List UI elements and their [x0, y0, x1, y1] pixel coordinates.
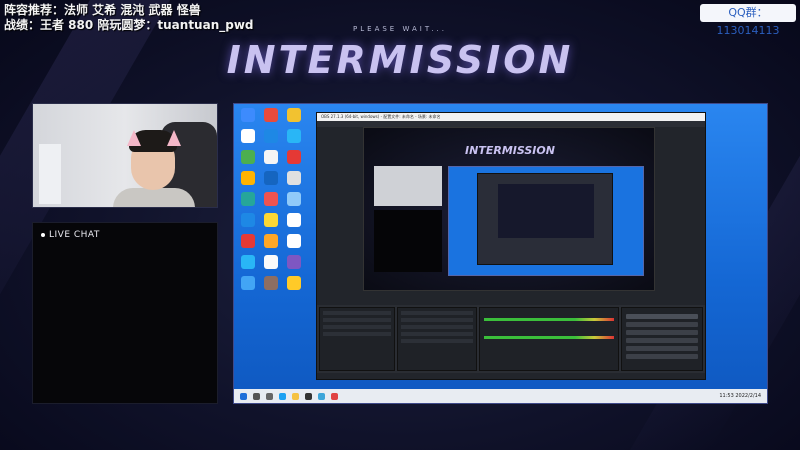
desktop-icon[interactable] [287, 150, 301, 164]
folder-icon[interactable] [292, 392, 299, 400]
scene-row[interactable] [323, 318, 391, 322]
scene-row[interactable] [323, 311, 391, 315]
preview-webcam [374, 166, 442, 206]
source-row[interactable] [401, 311, 473, 315]
source-row[interactable] [401, 339, 473, 343]
scene-row[interactable] [323, 332, 391, 336]
desktop-icon[interactable] [241, 171, 255, 185]
obs-titlebar[interactable]: OBS 27.1.3 (64-bit, windows) - 配置文件: 未命名… [317, 113, 705, 121]
sources-dock[interactable] [397, 307, 477, 371]
desktop-icon[interactable] [264, 108, 278, 122]
control-button[interactable] [626, 354, 698, 359]
source-row[interactable] [401, 325, 473, 329]
desktop-icon[interactable] [264, 255, 278, 269]
scenes-dock[interactable] [319, 307, 395, 371]
app-icon[interactable] [331, 392, 338, 400]
preview-intermission-title: INTERMISSION [465, 144, 555, 157]
desktop-icon[interactable] [287, 234, 301, 248]
record-text: 战绩：王者 880 陪玩圆梦：tuantuan_pwd [4, 18, 254, 32]
preview-nested-preview [498, 184, 594, 238]
desktop-icon[interactable] [241, 255, 255, 269]
scene-row[interactable] [323, 325, 391, 329]
qq-group-badge: QQ群：113014113 [700, 4, 796, 37]
obs-window[interactable]: OBS 27.1.3 (64-bit, windows) - 配置文件: 未命名… [316, 112, 706, 380]
start-icon[interactable] [240, 392, 247, 400]
streamer-body [113, 188, 195, 207]
audio-meter [484, 318, 614, 321]
intermission-title: INTERMISSION [226, 38, 574, 82]
control-button[interactable] [626, 314, 698, 319]
controls-dock [621, 307, 703, 371]
desktop-icons [238, 108, 304, 297]
desktop-icon[interactable] [287, 129, 301, 143]
desktop-icon[interactable] [241, 276, 255, 290]
control-button[interactable] [626, 322, 698, 327]
chat-title: LIVE CHAT [49, 230, 100, 240]
desktop-icon[interactable] [241, 150, 255, 164]
desktop-icon[interactable] [241, 234, 255, 248]
please-wait-text: PLEASE WAIT... [353, 25, 447, 33]
preview-chat [374, 210, 442, 272]
desktop-icon[interactable] [241, 213, 255, 227]
desktop-icon[interactable] [264, 171, 278, 185]
obs-docks [317, 305, 705, 373]
desktop-icon[interactable] [287, 192, 301, 206]
desktop-icon[interactable] [287, 108, 301, 122]
preview-obs-window [477, 173, 613, 265]
source-row[interactable] [401, 318, 473, 322]
desktop-icon[interactable] [264, 234, 278, 248]
desktop-icon[interactable] [287, 171, 301, 185]
desktop-icon[interactable] [264, 192, 278, 206]
taskview-icon[interactable] [266, 392, 273, 400]
edge-icon[interactable] [279, 392, 286, 400]
screen-capture: OBS 27.1.3 (64-bit, windows) - 配置文件: 未命名… [233, 103, 768, 404]
audio-meter [484, 336, 614, 339]
desktop-icon[interactable] [287, 276, 301, 290]
obs-window-title: OBS 27.1.3 (64-bit, windows) - 配置文件: 未命名… [321, 114, 441, 119]
chat-header: LIVE CHAT [41, 230, 100, 240]
control-button[interactable] [626, 330, 698, 335]
audio-mixer-dock[interactable] [479, 307, 619, 371]
webcam-feed [32, 103, 218, 208]
desktop-icon[interactable] [264, 150, 278, 164]
desktop-icon[interactable] [264, 276, 278, 290]
desktop-icon[interactable] [264, 213, 278, 227]
obs-preview: INTERMISSION [363, 127, 655, 291]
source-row[interactable] [401, 332, 473, 336]
lineup-text: 阵容推荐：法师 艾希 混沌 武器 怪兽 [4, 3, 201, 17]
live-dot-icon [41, 233, 45, 237]
desktop-icon[interactable] [241, 192, 255, 206]
webcam-lamp [39, 144, 61, 204]
app-icon[interactable] [318, 392, 325, 400]
desktop-icon[interactable] [287, 255, 301, 269]
desktop-icon[interactable] [241, 129, 255, 143]
search-icon[interactable] [253, 392, 260, 400]
desktop-icon[interactable] [264, 129, 278, 143]
preview-screen [448, 166, 644, 276]
desktop-icon[interactable] [241, 108, 255, 122]
desktop-icon[interactable] [287, 213, 301, 227]
control-button[interactable] [626, 346, 698, 351]
control-button[interactable] [626, 338, 698, 343]
live-chat-panel: LIVE CHAT [32, 222, 218, 404]
taskbar-clock[interactable]: 11:53 2022/2/14 [719, 393, 761, 399]
windows-taskbar: 11:53 2022/2/14 [234, 389, 767, 403]
stream-info: 阵容推荐：法师 艾希 混沌 武器 怪兽 战绩：王者 880 陪玩圆梦：tuant… [4, 3, 254, 33]
obs-icon[interactable] [305, 392, 312, 400]
